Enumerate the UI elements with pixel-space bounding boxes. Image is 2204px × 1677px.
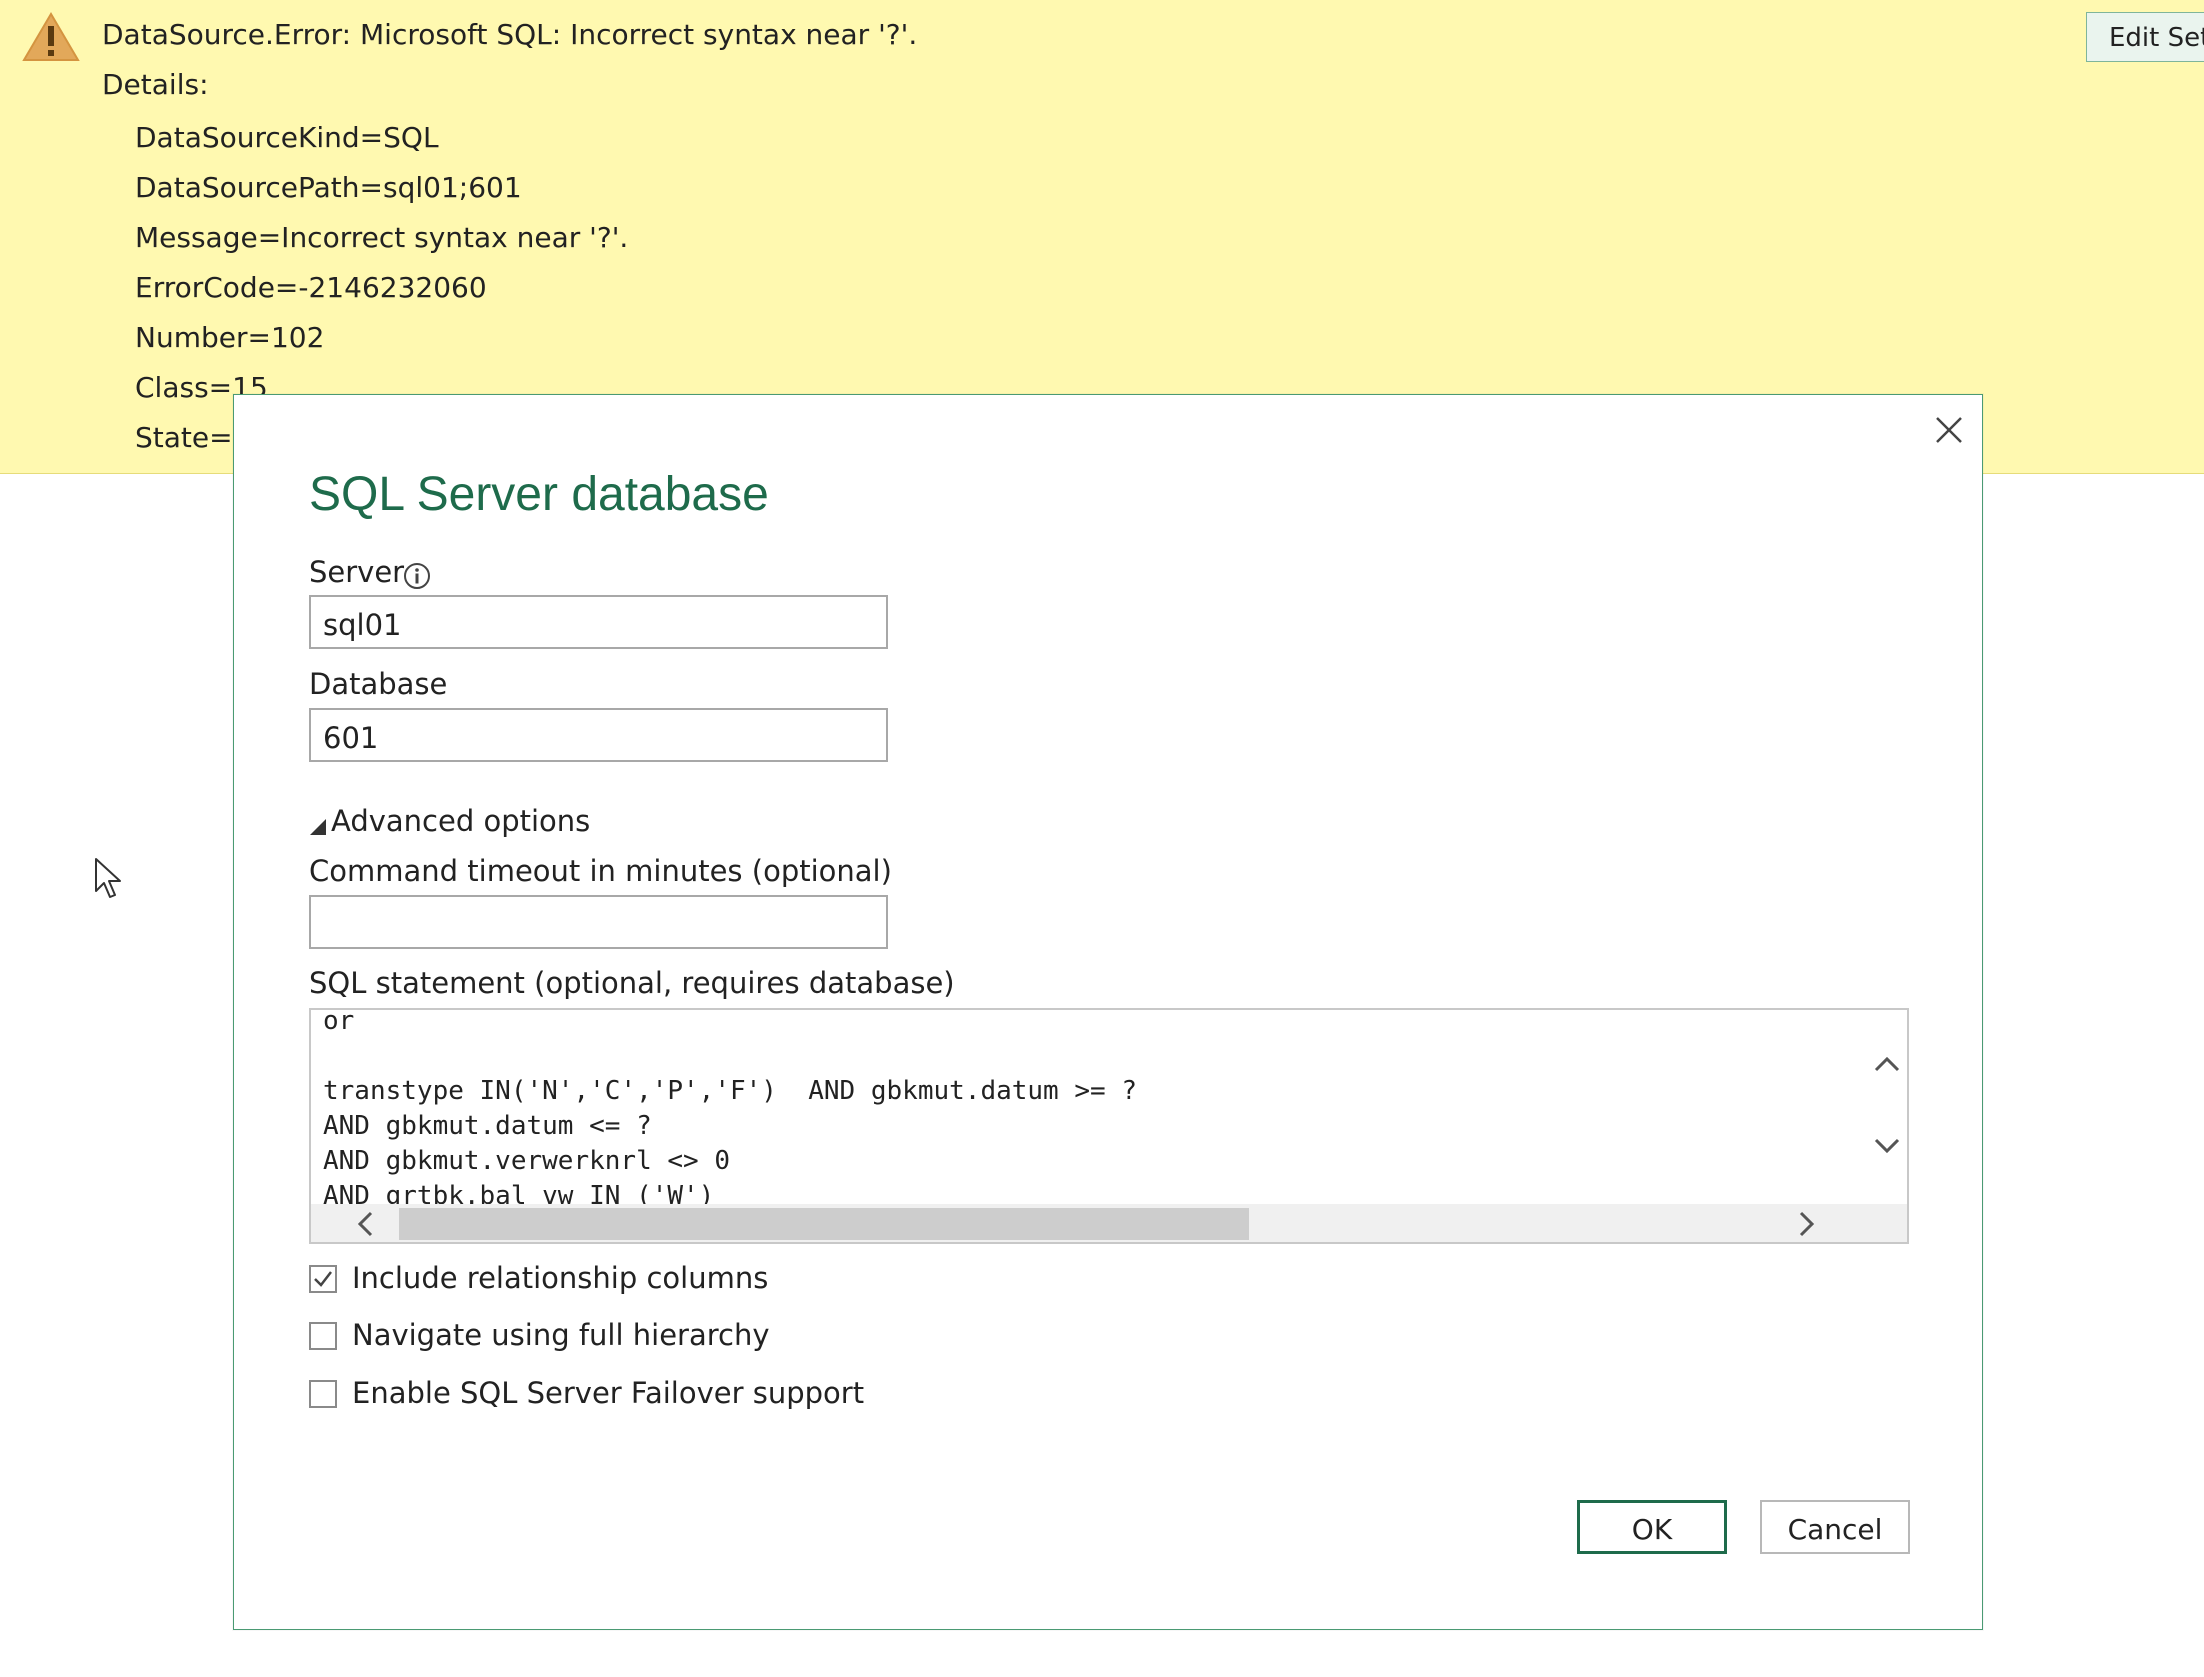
edit-settings-button[interactable]: Edit Sett <box>2086 12 2204 62</box>
cancel-button[interactable]: Cancel <box>1760 1500 1910 1554</box>
sql-server-dialog: SQL Server database Server sql01 Databas… <box>233 394 1983 1630</box>
error-detail-line: Message=Incorrect syntax near '?'. <box>135 221 629 254</box>
sql-statement-textarea[interactable]: or transtype IN('N','C','P','F') AND gbk… <box>309 1008 1909 1244</box>
error-detail-line: Number=102 <box>135 321 325 354</box>
failover-support-label: Enable SQL Server Failover support <box>352 1376 865 1410</box>
error-detail-line: DataSourceKind=SQL <box>135 121 439 154</box>
warning-icon <box>22 12 80 61</box>
failover-support-checkbox[interactable] <box>309 1380 337 1408</box>
checkmark-icon <box>314 1271 332 1287</box>
scroll-right-icon[interactable] <box>1791 1209 1821 1239</box>
database-input[interactable]: 601 <box>309 708 888 762</box>
error-detail-line: DataSourcePath=sql01;601 <box>135 171 522 204</box>
horizontal-scroll-thumb[interactable] <box>399 1208 1249 1240</box>
include-relationship-checkbox[interactable] <box>309 1265 337 1293</box>
scroll-up-icon[interactable] <box>1872 1050 1902 1080</box>
scroll-down-icon[interactable] <box>1872 1130 1902 1160</box>
server-label: Server <box>309 555 405 589</box>
vertical-scrollbar[interactable] <box>1867 1010 1907 1204</box>
mouse-cursor-icon <box>95 858 121 898</box>
error-title: DataSource.Error: Microsoft SQL: Incorre… <box>102 18 918 51</box>
horizontal-scrollbar[interactable] <box>311 1204 1907 1242</box>
ok-button[interactable]: OK <box>1577 1500 1727 1554</box>
error-detail-line: ErrorCode=-2146232060 <box>135 271 487 304</box>
navigate-hierarchy-label: Navigate using full hierarchy <box>352 1318 770 1352</box>
timeout-label: Command timeout in minutes (optional) <box>309 854 892 888</box>
scroll-left-icon[interactable] <box>351 1209 381 1239</box>
advanced-options-label: Advanced options <box>331 804 591 838</box>
dialog-title: SQL Server database <box>309 468 769 521</box>
database-label: Database <box>309 667 448 701</box>
include-relationship-label: Include relationship columns <box>352 1261 769 1295</box>
error-details-label: Details: <box>102 68 209 101</box>
server-input[interactable]: sql01 <box>309 595 888 649</box>
sql-statement-text: or transtype IN('N','C','P','F') AND gbk… <box>323 1008 1137 1211</box>
sql-statement-label: SQL statement (optional, requires databa… <box>309 966 955 1000</box>
close-icon[interactable] <box>1929 410 1969 450</box>
info-icon[interactable] <box>402 561 432 591</box>
navigate-hierarchy-checkbox[interactable] <box>309 1322 337 1350</box>
triangle-down-icon <box>310 819 326 835</box>
timeout-input[interactable] <box>309 895 888 949</box>
